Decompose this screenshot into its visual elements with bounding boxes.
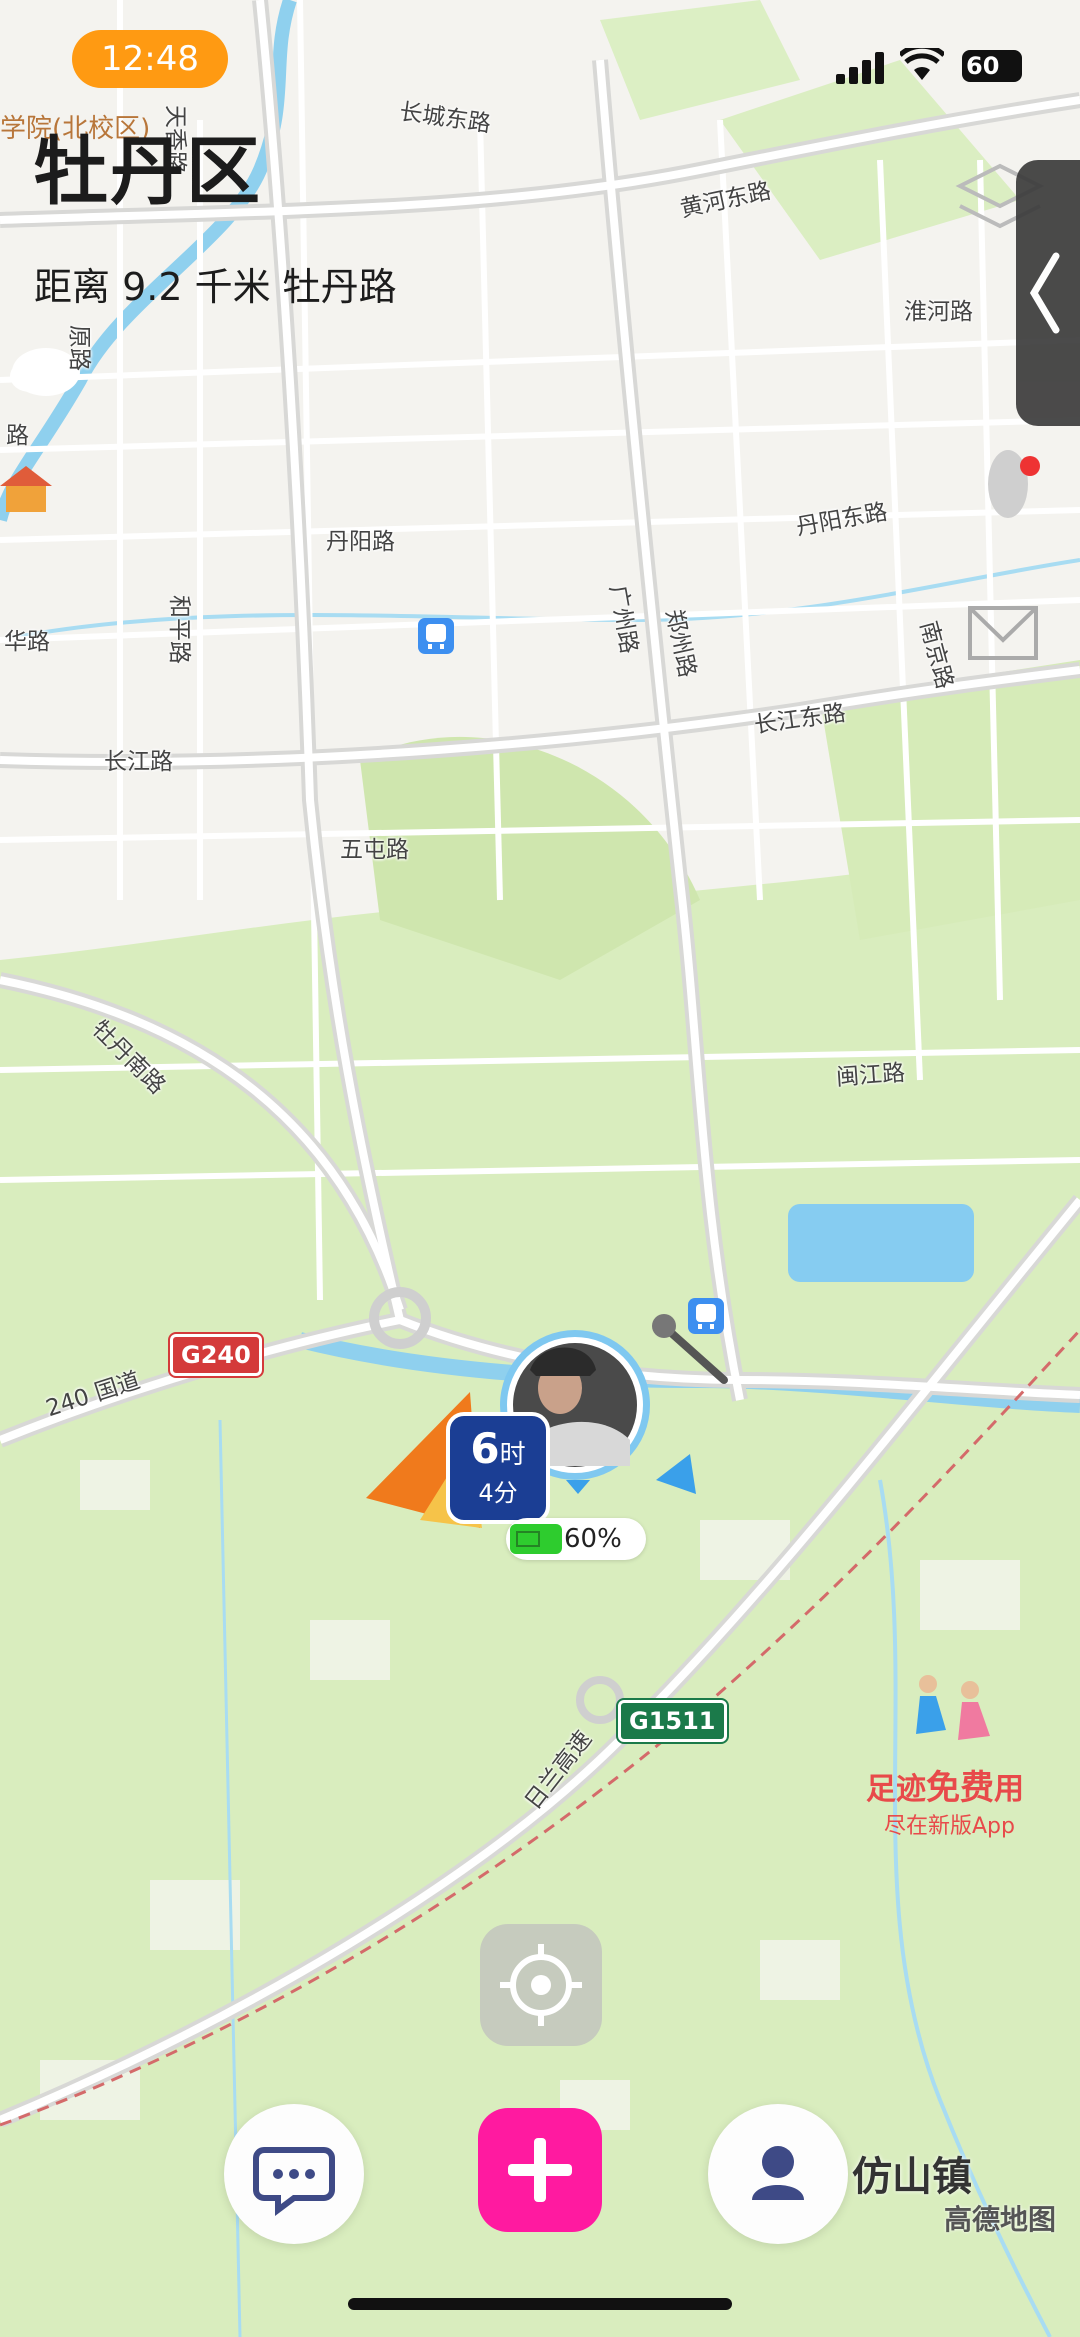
road-label: 丹阳路 (326, 529, 395, 555)
road-label: 华路 (4, 629, 50, 655)
battery-fill (510, 1524, 541, 1554)
promo-suffix: 用 (994, 1772, 1024, 1807)
crosshair-icon (500, 1944, 582, 2026)
duration-minutes: 4分 (478, 1479, 518, 1507)
village-block (310, 1620, 390, 1680)
metro-station-icon (688, 1298, 724, 1334)
village-block (760, 1940, 840, 2000)
locate-button[interactable] (480, 1924, 602, 2046)
chat-bubble-icon (253, 2147, 335, 2216)
distance-text: 距离 9.2 千米 牡丹路 (34, 265, 397, 309)
duration-badge: 6时 4分 (446, 1412, 550, 1524)
district-name: 牡丹区 (34, 129, 262, 215)
chat-button[interactable] (224, 2104, 364, 2244)
duration-hours-unit: 时 (499, 1440, 526, 1470)
promo-subline: 尽在新版App (884, 1814, 1015, 1839)
road-label: 闽江路 (835, 1060, 906, 1091)
village-block (150, 1880, 240, 1950)
map-attribution: 高德地图 (944, 2203, 1057, 2236)
promo-headline[interactable]: 足迹免费用 (866, 1760, 1024, 1809)
status-time: 12:48 (72, 30, 228, 88)
highway-shield: G1511 (618, 1700, 727, 1742)
road-label: 淮河路 (904, 299, 973, 325)
promo-highlight: 免费 (926, 1768, 994, 1808)
map-screen: 长城东路 天香路 黄河东路 淮河路 原路路丹阳路 丹阳东路 和平路 广州路 郑州路 南京路 华路 长江… (0, 0, 1080, 2337)
battery-indicator: 60 (962, 50, 1022, 82)
house-icon (0, 466, 52, 512)
status-bar: 12:48 60 (0, 0, 1080, 120)
footprint-icon (988, 450, 1040, 518)
road-label: 路 (6, 423, 29, 449)
wifi-icon (898, 43, 946, 82)
village-block (80, 1460, 150, 1510)
highway-shield: G240 (170, 1334, 262, 1376)
road-label: 长江路 (104, 749, 173, 775)
chevron-left-icon (1029, 252, 1060, 334)
place-name: 仿山镇 (852, 2154, 972, 2200)
pond (788, 1204, 974, 1282)
road-label: 原路 (66, 325, 92, 371)
signal-icon (836, 50, 886, 84)
person-icon (752, 2146, 804, 2200)
home-indicator[interactable] (348, 2298, 732, 2310)
mail-icon (968, 606, 1038, 660)
profile-button[interactable] (708, 2104, 848, 2244)
plus-icon (508, 2138, 572, 2202)
add-button[interactable] (478, 2108, 602, 2232)
battery-percent: 60% (564, 1524, 622, 1554)
metro-station-icon (418, 618, 454, 654)
side-panel-toggle[interactable] (1016, 160, 1080, 426)
road-label: 五屯路 (340, 837, 409, 863)
promo-prefix: 足迹 (866, 1772, 926, 1807)
person-battery: 60% (506, 1518, 646, 1560)
road-label: 和平路 (166, 595, 192, 664)
duration-hours: 6 (470, 1424, 500, 1473)
village-block (920, 1560, 1020, 1630)
